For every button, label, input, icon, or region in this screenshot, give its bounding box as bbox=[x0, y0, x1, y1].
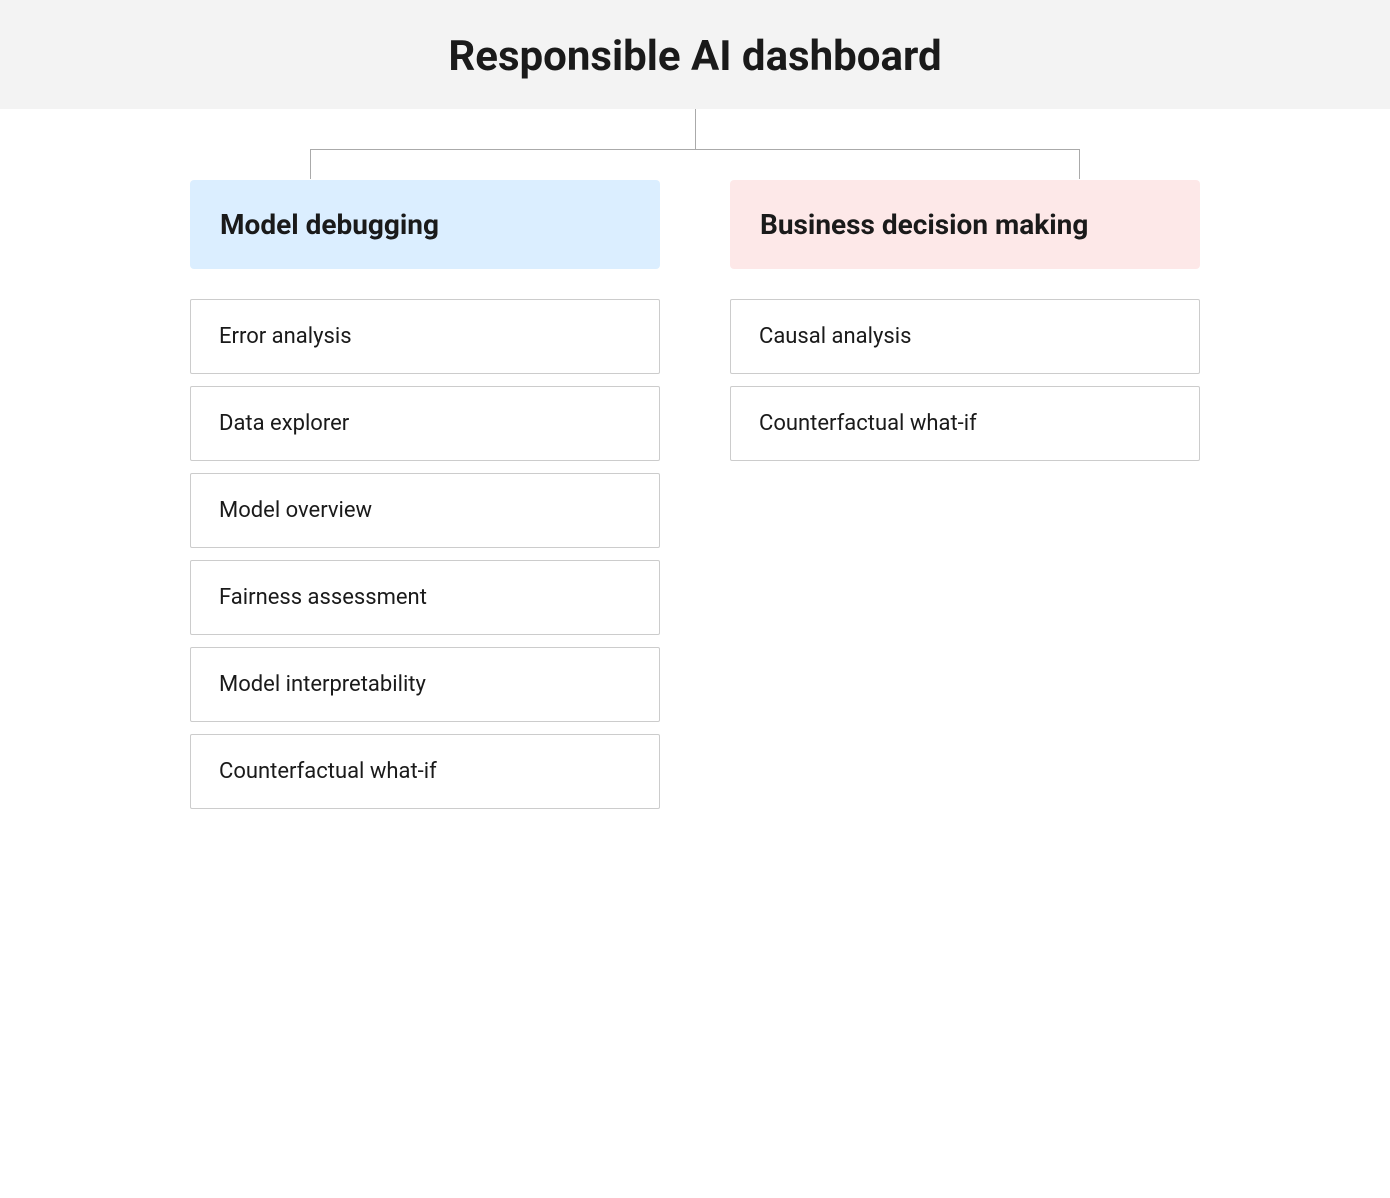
item-label: Model overview bbox=[219, 498, 372, 523]
columns-wrapper: Model debugging Error analysis Data expl… bbox=[95, 180, 1295, 821]
item-label: Error analysis bbox=[219, 324, 352, 349]
item-label: Data explorer bbox=[219, 411, 349, 436]
list-item[interactable]: Counterfactual what-if bbox=[190, 734, 660, 809]
root-vertical-line bbox=[695, 109, 696, 149]
business-decision-header: Business decision making bbox=[730, 180, 1200, 269]
item-label: Counterfactual what-if bbox=[219, 759, 437, 784]
model-debugging-header: Model debugging bbox=[190, 180, 660, 269]
column-model-debugging: Model debugging Error analysis Data expl… bbox=[190, 180, 660, 821]
model-debugging-title: Model debugging bbox=[220, 208, 439, 241]
list-item[interactable]: Fairness assessment bbox=[190, 560, 660, 635]
item-label: Model interpretability bbox=[219, 672, 426, 697]
business-decision-title: Business decision making bbox=[760, 208, 1088, 241]
list-item[interactable]: Causal analysis bbox=[730, 299, 1200, 374]
item-label: Fairness assessment bbox=[219, 585, 427, 610]
tree-layout: Model debugging Error analysis Data expl… bbox=[0, 109, 1390, 821]
page-container: Responsible AI dashboard Model debugging… bbox=[0, 0, 1390, 821]
header: Responsible AI dashboard bbox=[0, 0, 1390, 109]
item-label: Counterfactual what-if bbox=[759, 411, 977, 436]
list-item[interactable]: Error analysis bbox=[190, 299, 660, 374]
column-business-decision: Business decision making Causal analysis… bbox=[730, 180, 1200, 473]
horizontal-connector bbox=[310, 149, 1080, 150]
list-item[interactable]: Data explorer bbox=[190, 386, 660, 461]
item-label: Causal analysis bbox=[759, 324, 911, 349]
list-item[interactable]: Model overview bbox=[190, 473, 660, 548]
list-item[interactable]: Counterfactual what-if bbox=[730, 386, 1200, 461]
page-title: Responsible AI dashboard bbox=[20, 32, 1370, 81]
list-item[interactable]: Model interpretability bbox=[190, 647, 660, 722]
